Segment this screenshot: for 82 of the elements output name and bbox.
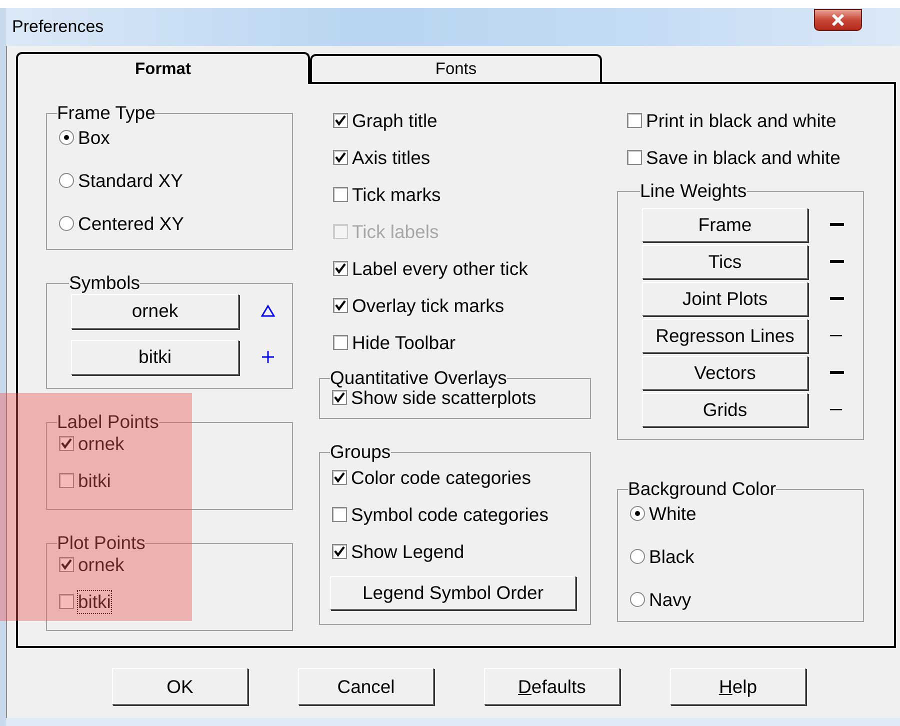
radio-button[interactable] [630, 506, 645, 521]
line-weight-button[interactable]: Joint Plots [642, 282, 808, 316]
checkbox-label[interactable]: Save in black and white [646, 146, 840, 168]
tab[interactable]: Format [16, 52, 310, 84]
radio-label[interactable]: White [649, 502, 696, 524]
radio-button[interactable] [59, 173, 74, 188]
checkbox-label[interactable]: Show side scatterplots [351, 386, 536, 408]
checkbox-label[interactable]: Tick marks [352, 184, 441, 206]
triangle-icon [261, 304, 275, 318]
group-title: Line Weights [640, 180, 747, 202]
checkbox[interactable] [59, 436, 74, 451]
checkbox[interactable] [333, 187, 348, 202]
group-title: Quantitative Overlays [330, 367, 507, 389]
window-title: Preferences [12, 17, 104, 37]
line-weight-button[interactable]: Frame [642, 208, 808, 242]
checkbox[interactable] [333, 261, 348, 276]
line-weight-button[interactable]: Regresson Lines [642, 318, 808, 352]
checkbox[interactable] [333, 150, 348, 165]
dialog-button[interactable]: Defaults [484, 668, 620, 705]
checkbox-label[interactable]: Axis titles [352, 146, 430, 168]
radio-label[interactable]: Standard XY [78, 170, 183, 192]
line-weight-button[interactable]: Grids [642, 392, 808, 426]
checkbox[interactable] [59, 557, 74, 572]
checkbox[interactable] [332, 470, 347, 485]
checkbox-label[interactable]: ornek [78, 554, 124, 576]
checkbox[interactable] [627, 150, 642, 165]
checkbox[interactable] [59, 594, 74, 609]
group-title: Label Points [57, 411, 159, 433]
checkbox-label[interactable]: Show Legend [351, 540, 464, 562]
group-title: Background Color [628, 478, 776, 500]
radio-button[interactable] [630, 549, 645, 564]
checkbox-label[interactable]: Print in black and white [646, 110, 836, 132]
close-icon [831, 14, 845, 26]
check-icon [60, 558, 73, 571]
checkbox-label[interactable]: ornek [78, 432, 124, 454]
checkbox-label[interactable]: Label every other tick [352, 258, 528, 280]
group-title: Groups [330, 441, 391, 463]
checkbox[interactable] [332, 507, 347, 522]
checkbox[interactable] [332, 390, 347, 405]
checkbox[interactable] [333, 113, 348, 128]
checkbox-label[interactable]: Symbol code categories [351, 504, 548, 526]
checkbox-label[interactable]: Color code categories [351, 466, 531, 488]
radio-button[interactable] [630, 592, 645, 607]
plus-icon [261, 350, 275, 364]
check-icon [334, 114, 347, 127]
checkbox[interactable] [333, 335, 348, 350]
dialog-button[interactable]: Cancel [298, 668, 434, 705]
checkbox[interactable] [332, 544, 347, 559]
close-button[interactable] [814, 9, 862, 31]
radio-label[interactable]: Black [649, 546, 694, 568]
symbol-button[interactable]: ornek [71, 294, 239, 328]
dialog-button[interactable]: Help [670, 668, 806, 705]
group-title: Frame Type [57, 102, 156, 124]
group-title: Symbols [69, 272, 140, 294]
checkbox-label[interactable]: Hide Toolbar [352, 332, 456, 354]
checkbox-label[interactable]: Graph title [352, 110, 438, 132]
check-icon [334, 299, 347, 312]
checkbox-label[interactable]: bitki [78, 470, 111, 492]
checkbox-label: Tick labels [352, 220, 439, 242]
checkbox[interactable] [627, 113, 642, 128]
line-weight-button[interactable]: Tics [642, 244, 808, 278]
dialog-button[interactable]: OK [112, 668, 248, 705]
checkbox[interactable] [333, 298, 348, 313]
checkbox-label[interactable]: bitki [78, 590, 111, 612]
checkbox-label[interactable]: Overlay tick marks [352, 294, 504, 316]
symbol-button[interactable]: bitki [71, 340, 239, 374]
radio-button[interactable] [59, 216, 74, 231]
radio-label[interactable]: Centered XY [78, 212, 184, 234]
radio-label[interactable]: Navy [649, 588, 692, 610]
radio-label[interactable]: Box [78, 126, 110, 148]
line-weight-button[interactable]: Vectors [642, 356, 808, 390]
checkbox[interactable] [59, 473, 74, 488]
check-icon [333, 471, 346, 484]
check-icon [333, 391, 346, 404]
check-icon [333, 545, 346, 558]
radio-button[interactable] [59, 130, 74, 145]
tab[interactable]: Fonts [310, 54, 602, 82]
check-icon [60, 437, 73, 450]
check-icon [334, 262, 347, 275]
legend-order-button[interactable]: Legend Symbol Order [330, 576, 576, 610]
group-title: Plot Points [57, 532, 146, 554]
check-icon [334, 151, 347, 164]
